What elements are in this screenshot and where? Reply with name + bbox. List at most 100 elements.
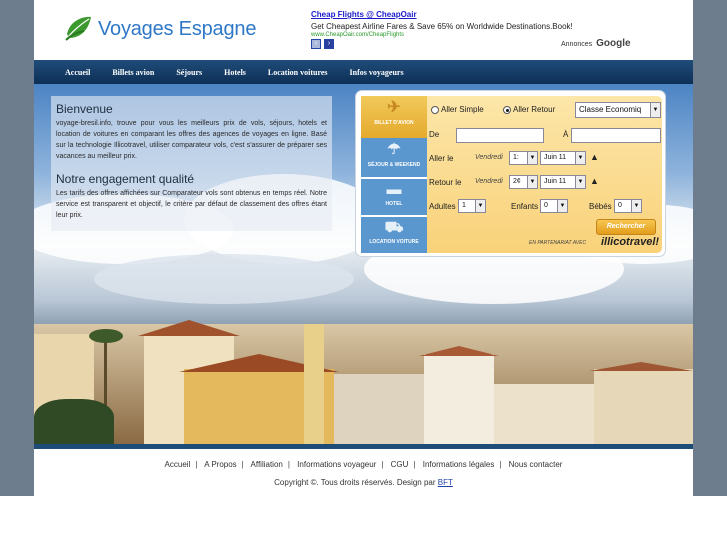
footer-link-nous-contacter[interactable]: Nous contacter	[509, 460, 563, 469]
footer-link-informations-voyageur[interactable]: Informations voyageur	[297, 460, 376, 469]
separator: |	[287, 460, 290, 469]
widget-tabs: ✈ BILLET D'AVION ☂ SÉJOUR & WEEKEND ▬ HO…	[361, 96, 427, 253]
nav-item-hotels[interactable]: Hotels	[224, 68, 246, 77]
tower-shape	[304, 324, 324, 444]
nav-item-infos-voyageurs[interactable]: Infos voyageurs	[350, 68, 404, 77]
return-label: Aller Retour	[513, 105, 556, 114]
return-day: Vendredi	[475, 178, 503, 185]
footer-link-a-propos[interactable]: A Propos	[204, 460, 236, 469]
return-date-label: Retour le	[429, 178, 462, 187]
one-way-label: Aller Simple	[441, 105, 484, 114]
chevron-down-icon: ▼	[527, 176, 537, 188]
nav-item-billets-avion[interactable]: Billets avion	[112, 68, 154, 77]
children-select[interactable]: 0 ▼	[540, 199, 568, 213]
chevron-down-icon: ▼	[631, 200, 641, 212]
cloud-shape	[94, 254, 354, 304]
ad-next-button[interactable]: ›	[324, 39, 334, 49]
separator: |	[241, 460, 244, 469]
building-shape	[424, 354, 494, 444]
to-input[interactable]	[571, 128, 661, 143]
return-day-value: 2¢	[513, 178, 521, 185]
nav-item-location-voitures[interactable]: Location voitures	[268, 68, 328, 77]
calendar-icon[interactable]: ▲	[590, 176, 599, 186]
footer-link-cgu[interactable]: CGU	[391, 460, 409, 469]
return-radio[interactable]	[503, 106, 511, 114]
footer-link-informations-legales[interactable]: Informations légales	[423, 460, 495, 469]
search-button[interactable]: Rechercher	[596, 219, 656, 235]
footer-links: Accueil | A Propos | Affiliation | Informat…	[34, 460, 693, 469]
main-nav: Accueil Billets avion Séjours Hotels Loc…	[34, 60, 693, 84]
roof-shape	[589, 362, 693, 371]
left-background	[0, 0, 34, 496]
nav-item-sejours[interactable]: Séjours	[176, 68, 202, 77]
class-select-value: Classe Economiq	[579, 105, 642, 114]
depart-label: Aller le	[429, 154, 454, 163]
site-logo[interactable]: Voyages Espagne	[64, 14, 256, 44]
tab-car[interactable]: ⛟ LOCATION VOITURE	[361, 217, 427, 253]
depart-month-value: Juin 11	[544, 154, 567, 161]
class-select[interactable]: Classe Economiq ▼	[575, 102, 661, 118]
airplane-icon: ✈	[387, 99, 401, 116]
ad-text: Get Cheapest Airline Fares & Save 65% on…	[311, 22, 573, 31]
babies-select[interactable]: 0 ▼	[614, 199, 642, 213]
return-month-value: Juin 11	[544, 178, 567, 185]
ad-label: Annonces	[561, 41, 593, 48]
palm-leaves-shape	[89, 329, 123, 343]
welcome-panel: Bienvenue voyage-bresil.info, trouve pou…	[51, 96, 332, 231]
from-label: De	[429, 130, 440, 139]
chevron-down-icon: ▼	[557, 200, 567, 212]
logo-text: Voyages Espagne	[98, 17, 257, 40]
flight-search-form: Aller Simple Aller Retour Classe Economi…	[427, 96, 662, 253]
depart-day: Vendredi	[475, 154, 503, 161]
quality-text: Les tarifs des offres affichées sur Comp…	[56, 190, 327, 219]
copyright: Copyright ©. Tous droits réservés. Desig…	[34, 478, 693, 487]
babies-label: Bébés	[589, 202, 612, 211]
ad-prev-button[interactable]: ‹	[311, 39, 321, 49]
chevron-down-icon: ▼	[575, 152, 585, 164]
ad-choices[interactable]: Annonces Google	[561, 38, 631, 49]
page-container: Voyages Espagne Cheap Flights @ CheapOai…	[34, 0, 693, 496]
nav-item-accueil[interactable]: Accueil	[65, 68, 90, 77]
header: Voyages Espagne Cheap Flights @ CheapOai…	[34, 0, 693, 60]
chevron-down-icon: ▼	[475, 200, 485, 212]
tab-sejour-label: SÉJOUR & WEEKEND	[367, 162, 421, 168]
tab-flight[interactable]: ✈ BILLET D'AVION	[361, 96, 427, 138]
building-shape	[494, 384, 604, 444]
palm-luggage-icon: ☂	[387, 141, 401, 158]
copyright-text: Copyright ©. Tous droits réservés. Desig…	[274, 478, 436, 487]
chevron-down-icon: ▼	[575, 176, 585, 188]
depart-day-value: 1:	[513, 154, 519, 161]
separator: |	[499, 460, 502, 469]
babies-value: 0	[618, 202, 622, 209]
separator: |	[413, 460, 416, 469]
car-icon: ⛟	[384, 219, 404, 236]
return-month-select[interactable]: Juin 11 ▼	[540, 175, 586, 189]
depart-day-select[interactable]: 1: ▼	[509, 151, 538, 165]
to-label: À	[563, 130, 569, 139]
tab-hotel[interactable]: ▬ HOTEL	[361, 179, 427, 215]
footer: Accueil | A Propos | Affiliation | Informat…	[34, 444, 693, 496]
designer-link[interactable]: BFT	[438, 478, 453, 487]
return-day-select[interactable]: 2¢ ▼	[509, 175, 538, 189]
adults-value: 1	[462, 202, 466, 209]
footer-link-affiliation[interactable]: Affiliation	[251, 460, 283, 469]
adults-label: Adultes	[429, 202, 456, 211]
chevron-down-icon: ▼	[650, 103, 660, 117]
illicotravel-logo[interactable]: illicotravel!	[601, 236, 659, 248]
tab-sejour[interactable]: ☂ SÉJOUR & WEEKEND	[361, 138, 427, 177]
from-input[interactable]	[456, 128, 544, 143]
welcome-title: Bienvenue	[56, 102, 113, 116]
partner-text: EN PARTENARIAT AVEC	[529, 240, 587, 246]
ad-title-link[interactable]: Cheap Flights @ CheapOair	[311, 10, 686, 19]
building-shape	[594, 369, 693, 444]
google-logo: Google	[596, 38, 631, 49]
tree-shape	[34, 399, 114, 444]
quality-title: Notre engagement qualité	[56, 172, 195, 186]
calendar-icon[interactable]: ▲	[590, 152, 599, 162]
tab-car-label: LOCATION VOITURE	[369, 239, 419, 245]
footer-link-accueil[interactable]: Accueil	[165, 460, 191, 469]
depart-month-select[interactable]: Juin 11 ▼	[540, 151, 586, 165]
hero-banner: Bienvenue voyage-bresil.info, trouve pou…	[34, 84, 693, 444]
one-way-radio[interactable]	[431, 106, 439, 114]
adults-select[interactable]: 1 ▼	[458, 199, 486, 213]
